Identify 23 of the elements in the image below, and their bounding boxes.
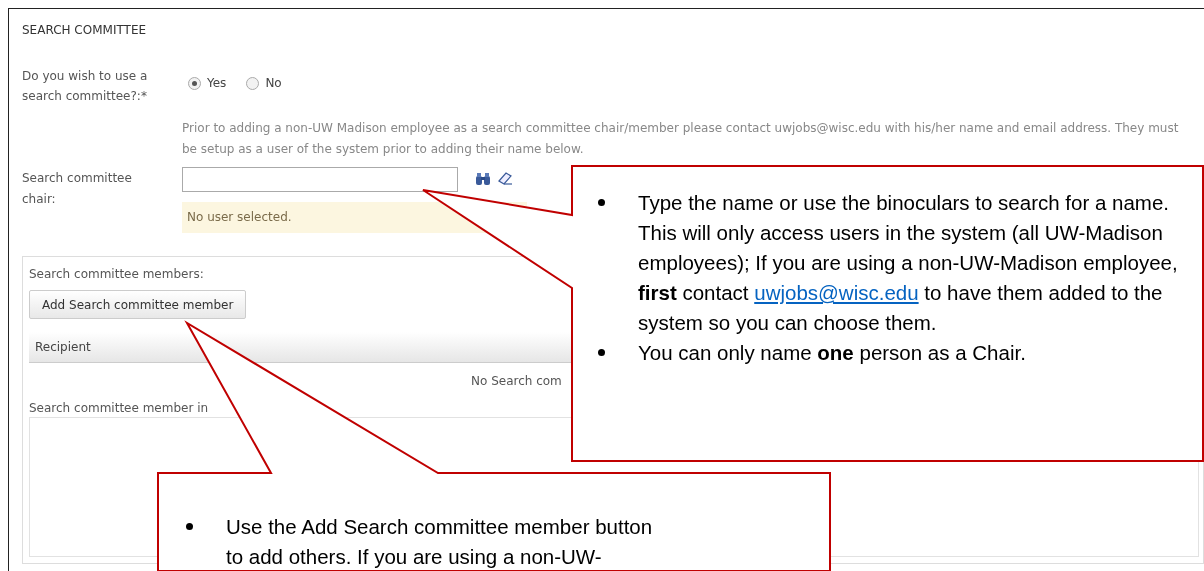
add-member-button[interactable]: Add Search committee member	[29, 290, 247, 319]
bullet-icon	[598, 199, 605, 206]
chair-input-field[interactable]	[182, 167, 458, 192]
bullet-icon	[186, 523, 193, 530]
field-label: Search committee members:	[29, 266, 204, 283]
radio-label[interactable]: No	[265, 74, 282, 92]
section-title: SEARCH COMMITTEE	[22, 22, 147, 39]
binoculars-icon[interactable]	[475, 172, 491, 186]
empty-table-message: No Search com	[471, 373, 562, 390]
field-label: Search committee member in	[29, 400, 209, 417]
radio-label[interactable]: Yes	[207, 74, 227, 92]
bullet-icon	[598, 349, 605, 356]
radio-button[interactable]	[246, 76, 260, 90]
field-label: Do you wish to use a search committee?:*	[22, 68, 149, 105]
eraser-icon[interactable]	[496, 171, 514, 186]
column-header: Recipient	[35, 339, 91, 356]
callout-text: You can only name one person as a Chair.	[638, 340, 1026, 366]
callout-text: Type the name or use the binoculars to search for a name. This will only access users in the system (all UW-Madison employees); If you are using a non-UW-Madison employee, first contact uwjobs@wisc.edu to have them added to the system so you can choose them.	[638, 190, 1179, 336]
help-text: Prior to adding a non-UW Madison employee as a search committee chair/member please contact uwjobs@wisc.edu with his/her name and email address. They must be setup as a user of the system prior to adding their name below.	[182, 120, 1180, 158]
callout-text: Use the Add Search committee member button to add others. If you are using a non-UW-	[226, 514, 653, 570]
field-label: Search committee chair:	[22, 170, 133, 208]
email-link[interactable]: uwjobs@wisc.edu	[754, 281, 919, 304]
radio-button[interactable]	[188, 76, 201, 90]
